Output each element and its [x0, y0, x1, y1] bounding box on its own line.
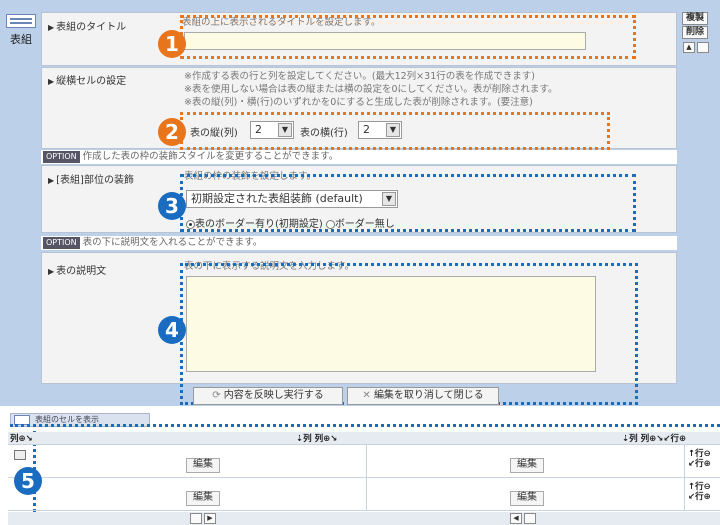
edit-cell-button[interactable]: 編集 [186, 491, 220, 506]
marker-3-outline [180, 174, 636, 232]
marker-1: 1 [158, 30, 186, 58]
edit-cell-button[interactable]: 編集 [510, 458, 544, 473]
cells-note-2: ※表を使用しない場合は表の縦または横の設定を0にしてください。表が削除されます。 [184, 84, 558, 95]
arrow-icon: ▶ [48, 267, 55, 276]
arrow-icon: ▶ [48, 176, 55, 185]
apply-label: 内容を反映し実行する [223, 390, 324, 401]
apply-button[interactable]: ⟳ 内容を反映し実行する [193, 387, 343, 405]
sidebar-label: 表組 [10, 33, 32, 46]
option-text: 作成した表の枠の装飾スタイルを変更することができます。 [82, 151, 339, 162]
marker-5-outline-top [10, 424, 720, 430]
move-up-button[interactable]: ▲ [683, 42, 695, 53]
edit-cell-button[interactable]: 編集 [186, 458, 220, 473]
grid-header [8, 432, 720, 444]
cancel-icon: ✕ [362, 390, 371, 401]
move-left-button[interactable] [190, 513, 202, 524]
copy-button[interactable]: 複製 [682, 12, 708, 25]
grid-line [8, 510, 720, 511]
cancel-button[interactable]: ✕ 編集を取り消して閉じる [347, 387, 499, 405]
option-tag: OPTION [43, 151, 80, 163]
col-control-mid-1[interactable]: ⇣列 列⊕↘ [296, 432, 337, 444]
marker-5: 5 [14, 467, 42, 495]
marker-4-outline [180, 263, 638, 405]
move-right-button[interactable]: ▶ [204, 513, 216, 524]
row-control-1[interactable]: ↑行⊖ ↙行⊕ [688, 449, 711, 469]
col-control-mid-2[interactable]: ⇣列 列⊕↘↙行⊕ [622, 432, 686, 444]
move-left-button-2[interactable]: ◀ [510, 513, 522, 524]
cells-note-1: ※作成する表の行と列を設定してください。(最大12列×31行の表を作成できます) [184, 71, 535, 82]
grid-line [8, 444, 720, 445]
decoration-row-label: ▶ [表組]部位の装飾 [48, 171, 134, 186]
delete-button[interactable]: 削除 [682, 26, 708, 39]
grid-footer [8, 512, 720, 525]
description-label: 表の説明文 [56, 266, 107, 277]
cells-note-3: ※表の縦(列)・横(行)のいずれかを0にすると生成した表が削除されます。(要注意… [184, 97, 533, 108]
marker-2-outline [180, 112, 610, 150]
arrow-icon: ▶ [48, 77, 55, 86]
option-bar-1: OPTION 作成した表の枠の装飾スタイルを変更することができます。 [41, 150, 677, 164]
cells-label: 縦横セルの設定 [56, 76, 127, 87]
table-icon [6, 14, 36, 28]
grid-line [366, 444, 367, 510]
move-down-button[interactable] [697, 42, 709, 53]
refresh-icon: ⟳ [212, 390, 221, 401]
title-label: 表組のタイトル [56, 22, 127, 33]
option-tag: OPTION [43, 237, 80, 249]
col-control-left[interactable]: 列⊕↘ [10, 432, 33, 444]
marker-1-outline [180, 15, 636, 59]
row-control-2[interactable]: ↑行⊖ ↙行⊕ [688, 482, 711, 502]
move-right-button-2[interactable] [524, 513, 536, 524]
edit-cell-button[interactable]: 編集 [510, 491, 544, 506]
cancel-label: 編集を取り消して閉じる [373, 390, 484, 401]
marker-4: 4 [158, 316, 186, 344]
marker-3: 3 [158, 192, 186, 220]
marker-2: 2 [158, 118, 186, 146]
option-bar-2: OPTION 表の下に説明文を入れることができます。 [41, 236, 677, 250]
cells-row-label: ▶ 縦横セルの設定 [48, 72, 126, 87]
option-text: 表の下に説明文を入れることができます。 [82, 237, 263, 248]
row-handle[interactable] [14, 450, 26, 460]
decoration-label: [表組]部位の装飾 [56, 175, 134, 186]
arrow-icon: ▶ [48, 23, 55, 32]
description-row-label: ▶ 表の説明文 [48, 262, 106, 277]
title-row-label: ▶ 表組のタイトル [48, 18, 126, 33]
grid-line [684, 444, 685, 510]
grid-line [8, 477, 720, 478]
